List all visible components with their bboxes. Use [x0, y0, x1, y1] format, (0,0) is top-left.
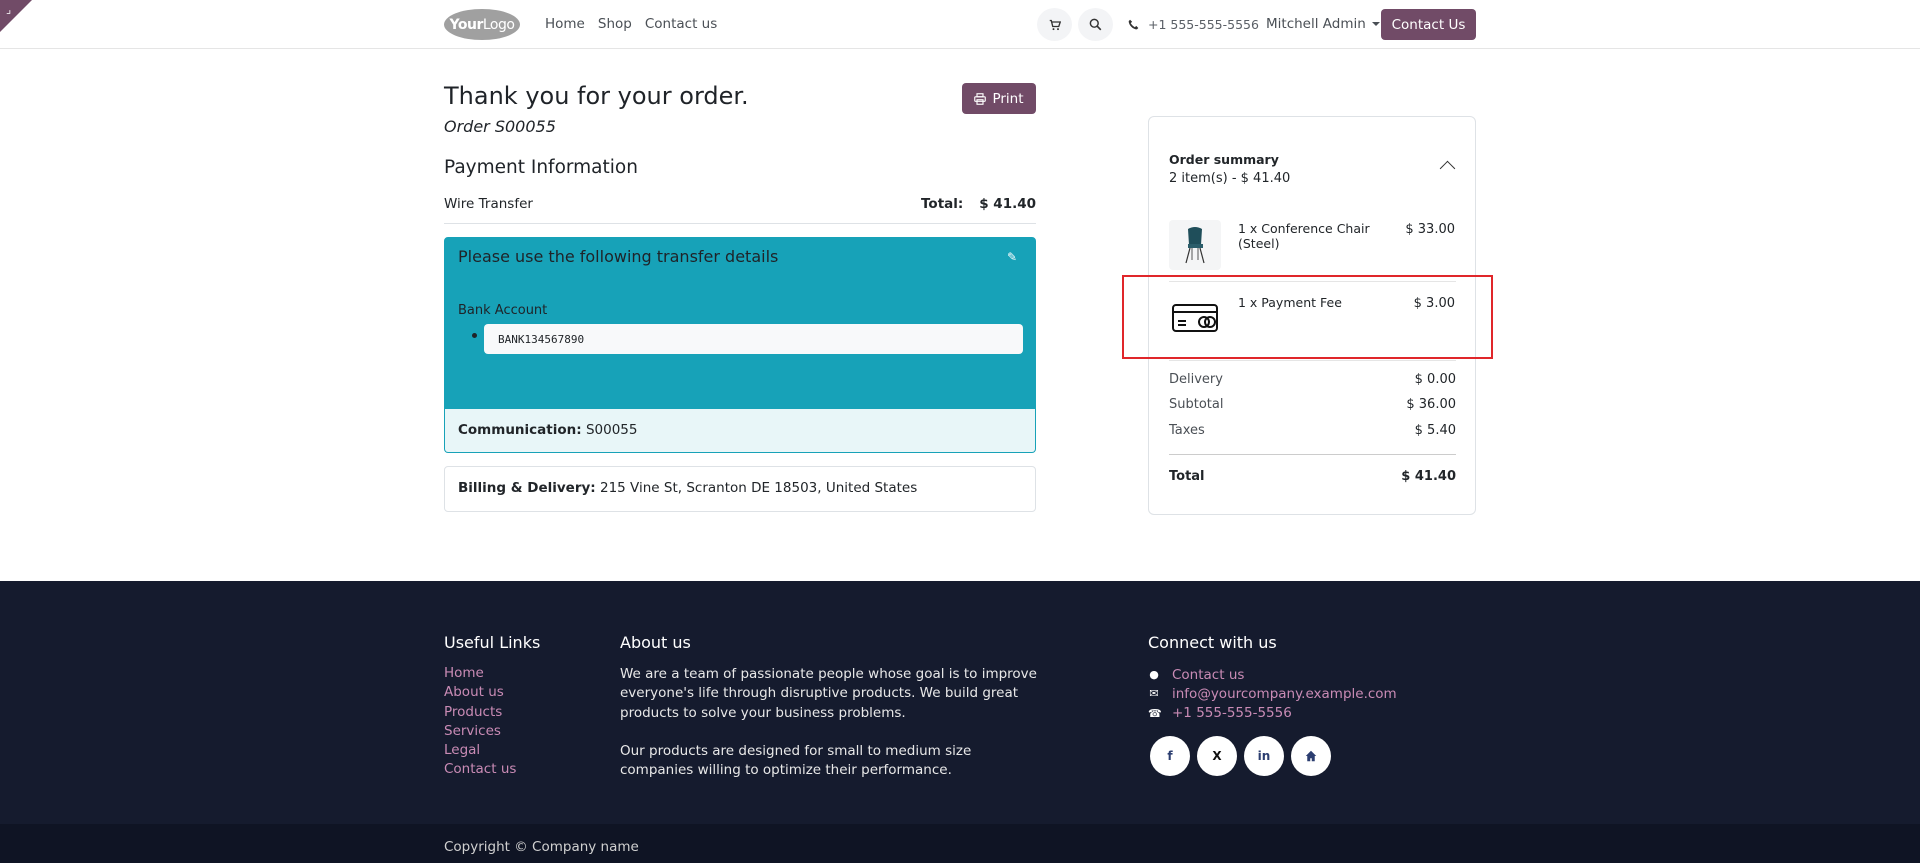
cart-button[interactable] [1037, 8, 1072, 41]
phone-icon [1128, 19, 1139, 30]
footer-link-services[interactable]: Services [444, 723, 516, 742]
useful-links-heading: Useful Links [444, 633, 541, 652]
footer: Useful Links Home About us Products Serv… [0, 581, 1920, 824]
nav-shop[interactable]: Shop [598, 16, 632, 32]
item-price-chair: $ 33.00 [1405, 222, 1455, 237]
contact-us-button[interactable]: Contact Us [1381, 9, 1476, 40]
item-name-chair: 1 x Conference Chair (Steel) [1238, 221, 1370, 251]
summary-title: Order summary [1169, 152, 1279, 167]
payment-total-label: Total: [921, 196, 964, 212]
divider [1169, 454, 1456, 455]
bank-account-label: Bank Account [458, 303, 548, 318]
linkedin-icon[interactable]: in [1244, 736, 1284, 776]
divider [1169, 360, 1456, 361]
copyright-bar: Copyright © Company name [0, 824, 1920, 863]
connect-heading: Connect with us [1148, 633, 1277, 652]
subtotal-row: Subtotal $ 36.00 [1169, 397, 1456, 412]
edit-corner[interactable] [0, 0, 32, 32]
transfer-details-card: Please use the following transfer detail… [444, 237, 1036, 453]
chat-icon: ● [1149, 668, 1159, 682]
search-icon [1089, 18, 1102, 31]
facebook-icon[interactable]: f [1150, 736, 1190, 776]
site-logo[interactable]: Your Logo [444, 9, 520, 40]
billing-delivery-card: Billing & Delivery: 215 Vine St, Scranto… [444, 466, 1036, 512]
page-title: Thank you for your order. [444, 82, 749, 110]
header-phone[interactable]: +1 555-555-5556 [1128, 17, 1259, 32]
about-text: We are a team of passionate people whose… [620, 665, 1040, 780]
home-icon[interactable] [1291, 736, 1331, 776]
footer-link-products[interactable]: Products [444, 704, 516, 723]
payment-row: Wire Transfer Total: $ 41.40 [444, 194, 1036, 224]
about-heading: About us [620, 633, 691, 652]
communication-row: Communication: S00055 [445, 408, 1035, 452]
order-reference: Order S00055 [444, 117, 556, 136]
summary-subtitle: 2 item(s) - $ 41.40 [1169, 171, 1291, 186]
list-bullet [472, 333, 477, 338]
main-nav: Home Shop Contact us [545, 16, 730, 32]
billing-address: 215 Vine St, Scranton DE 18503, United S… [595, 480, 918, 496]
bank-account-value: BANK134567890 [484, 324, 1023, 354]
house-glyph [1305, 750, 1317, 762]
x-twitter-icon[interactable]: X [1197, 736, 1237, 776]
footer-link-home[interactable]: Home [444, 665, 516, 684]
footer-link-contact[interactable]: Contact us [444, 761, 516, 780]
footer-link-legal[interactable]: Legal [444, 742, 516, 761]
communication-label: Communication: [458, 422, 582, 438]
transfer-heading: Please use the following transfer detail… [458, 247, 779, 266]
copyright-text: Copyright © Company name [444, 839, 639, 855]
nav-home[interactable]: Home [545, 16, 585, 32]
footer-link-about[interactable]: About us [444, 684, 516, 703]
search-button[interactable] [1078, 8, 1113, 41]
communication-value: S00055 [581, 422, 638, 438]
delivery-row: Delivery $ 0.00 [1169, 372, 1456, 387]
grand-total-row: Total $ 41.40 [1169, 469, 1456, 484]
taxes-row: Taxes $ 5.40 [1169, 423, 1456, 438]
phone-icon: ☎ [1148, 706, 1162, 720]
chair-icon [1185, 227, 1205, 264]
cart-icon [1049, 19, 1061, 30]
highlight-box [1122, 275, 1493, 359]
useful-links-list: Home About us Products Services Legal Co… [444, 665, 516, 781]
connect-list: ● Contact us ✉ info@yourcompany.example.co… [1148, 665, 1397, 723]
corner-icon: ⌟ [6, 3, 12, 16]
about-paragraph-1: We are a team of passionate people whose… [620, 666, 1037, 721]
print-button[interactable]: Print [962, 83, 1036, 114]
connect-contact[interactable]: ● Contact us [1148, 665, 1397, 684]
social-links: f X in [1150, 736, 1331, 776]
user-menu[interactable]: Mitchell Admin [1266, 16, 1380, 32]
billing-label: Billing & Delivery: [458, 480, 596, 496]
payment-total-value: $ 41.40 [979, 196, 1036, 212]
connect-email[interactable]: ✉ info@yourcompany.example.com [1148, 684, 1396, 703]
caret-down-icon [1371, 22, 1380, 26]
connect-phone[interactable]: ☎ +1 555-555-5556 [1148, 704, 1397, 723]
chair-thumbnail [1169, 220, 1221, 270]
payment-method: Wire Transfer [444, 196, 533, 212]
about-paragraph-2: Our products are designed for small to m… [620, 742, 972, 779]
envelope-icon: ✉ [1149, 687, 1159, 701]
pencil-icon[interactable]: ✎ [1007, 250, 1017, 264]
top-navbar: ⌟ Your Logo Home Shop Contact us +1 555-5… [0, 0, 1920, 49]
chevron-up-icon[interactable] [1439, 160, 1456, 177]
payment-info-heading: Payment Information [444, 157, 638, 178]
nav-contact[interactable]: Contact us [645, 16, 717, 32]
printer-icon [974, 92, 987, 105]
